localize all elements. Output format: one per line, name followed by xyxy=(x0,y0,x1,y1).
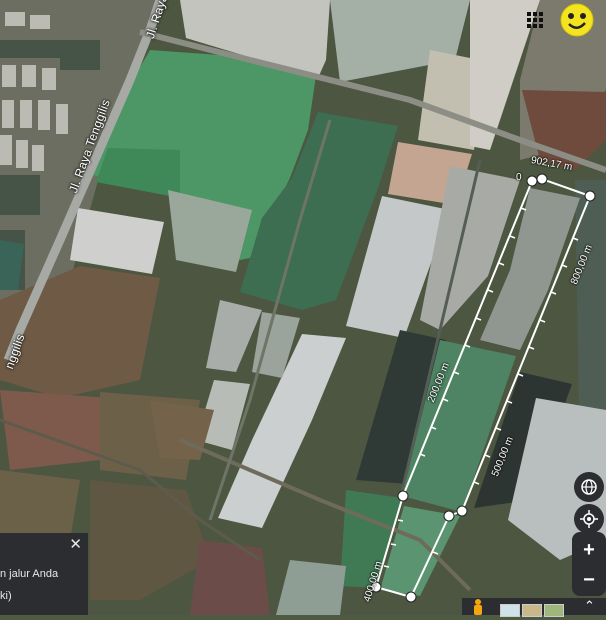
vertex-point[interactable] xyxy=(397,490,409,502)
apps-button[interactable] xyxy=(524,9,546,31)
layer-thumbnail[interactable] xyxy=(544,604,564,617)
globe-icon xyxy=(581,479,597,495)
vertex-point[interactable] xyxy=(584,190,596,202)
vertex-point[interactable] xyxy=(405,591,417,603)
close-button[interactable]: ✕ xyxy=(69,535,82,553)
vertex-point[interactable] xyxy=(526,175,538,187)
my-location-button[interactable] xyxy=(574,504,604,534)
zoom-in-button[interactable]: + xyxy=(572,534,606,566)
vertex-point[interactable] xyxy=(456,505,468,517)
street-view-pegman[interactable] xyxy=(472,598,484,615)
pegman-icon xyxy=(474,599,482,615)
globe-button[interactable] xyxy=(574,472,604,502)
layer-thumbnail[interactable] xyxy=(522,604,542,617)
profile-avatar[interactable] xyxy=(560,3,594,37)
satellite-map[interactable] xyxy=(0,0,606,615)
zoom-controls: + − xyxy=(572,532,606,596)
panel-text-line2: ki) xyxy=(0,590,12,602)
grid-icon xyxy=(527,12,543,28)
vertex-point[interactable] xyxy=(536,173,548,185)
crosshair-icon xyxy=(580,510,598,528)
info-panel: ✕ n jalur Anda ki) xyxy=(0,533,88,615)
layer-thumbnail[interactable] xyxy=(500,604,520,617)
expand-chevron-icon[interactable]: ⌃ xyxy=(584,599,595,613)
start-label: 0 xyxy=(516,172,522,183)
smiley-avatar-icon xyxy=(560,3,594,37)
zoom-out-button[interactable]: − xyxy=(572,564,606,596)
vertex-point[interactable] xyxy=(443,510,455,522)
panel-text-line1: n jalur Anda xyxy=(0,568,59,580)
